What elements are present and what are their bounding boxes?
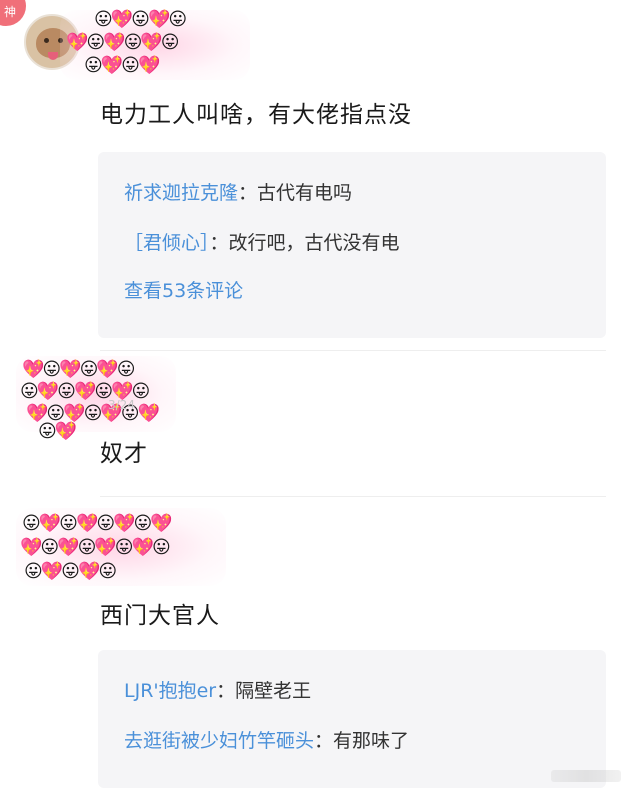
username-emoji[interactable]: 😛💖😛💖 [84, 54, 160, 77]
tongue-icon [48, 52, 58, 60]
reply-box[interactable]: LJR'抱抱er：隔壁老王 去逛街被少妇竹竿砸头：有那味了 [98, 650, 606, 788]
username-emoji[interactable]: 😛💖😛💖😛💖😛💖 [22, 512, 173, 535]
reply-username[interactable]: LJR'抱抱er [124, 680, 216, 702]
reply-separator: ： [216, 680, 236, 702]
username-emoji[interactable]: 😛💖 [38, 420, 77, 443]
comment-date: 3/24 [108, 398, 135, 412]
reply-text: 古代有电吗 [257, 182, 353, 204]
reply-text: 改行吧，古代没有电 [228, 232, 400, 254]
username-emoji[interactable]: 💖😛💖😛💖😛💖😛 [20, 536, 171, 559]
reply-box[interactable]: 祈求迦拉克隆：古代有电吗 ［君倾心］：改行吧，古代没有电 查看53条评论 [98, 152, 606, 338]
comment-text: 电力工人叫啥，有大佬指点没 [100, 102, 412, 128]
reply-item[interactable]: ［君倾心］：改行吧，古代没有电 [124, 228, 400, 255]
reply-username[interactable]: ［君倾心］ [124, 232, 210, 254]
reply-username[interactable]: 去逛街被少妇竹竿砸头 [124, 730, 314, 752]
eye-icon [44, 38, 49, 43]
comment-text: 奴才 [100, 441, 148, 467]
username-emoji[interactable]: 💖😛💖😛💖😛 [66, 31, 180, 54]
badge-label: 神 [4, 5, 17, 19]
comment-text: 西门大官人 [100, 603, 220, 629]
username-emoji[interactable]: 😛💖😛💖😛 [24, 560, 117, 583]
reply-separator: ： [238, 182, 258, 204]
reply-text: 有那味了 [333, 730, 410, 752]
reply-username[interactable]: 祈求迦拉克隆 [124, 182, 238, 204]
reply-separator: ： [314, 730, 334, 752]
reply-separator: ： [209, 232, 229, 254]
divider [100, 496, 606, 497]
username-emoji[interactable]: 💖😛💖😛💖😛 [22, 358, 136, 381]
reply-item[interactable]: 去逛街被少妇竹竿砸头：有那味了 [124, 726, 409, 753]
reply-item[interactable]: LJR'抱抱er：隔壁老王 [124, 676, 311, 703]
hot-comment-badge: 神 [0, 0, 26, 26]
divider [100, 350, 606, 351]
username-emoji[interactable]: 😛💖😛💖😛 [94, 8, 187, 31]
watermark [551, 770, 621, 782]
reply-item[interactable]: 祈求迦拉克隆：古代有电吗 [124, 178, 352, 205]
view-more-comments-link[interactable]: 查看53条评论 [124, 276, 243, 303]
reply-text: 隔壁老王 [235, 680, 312, 702]
